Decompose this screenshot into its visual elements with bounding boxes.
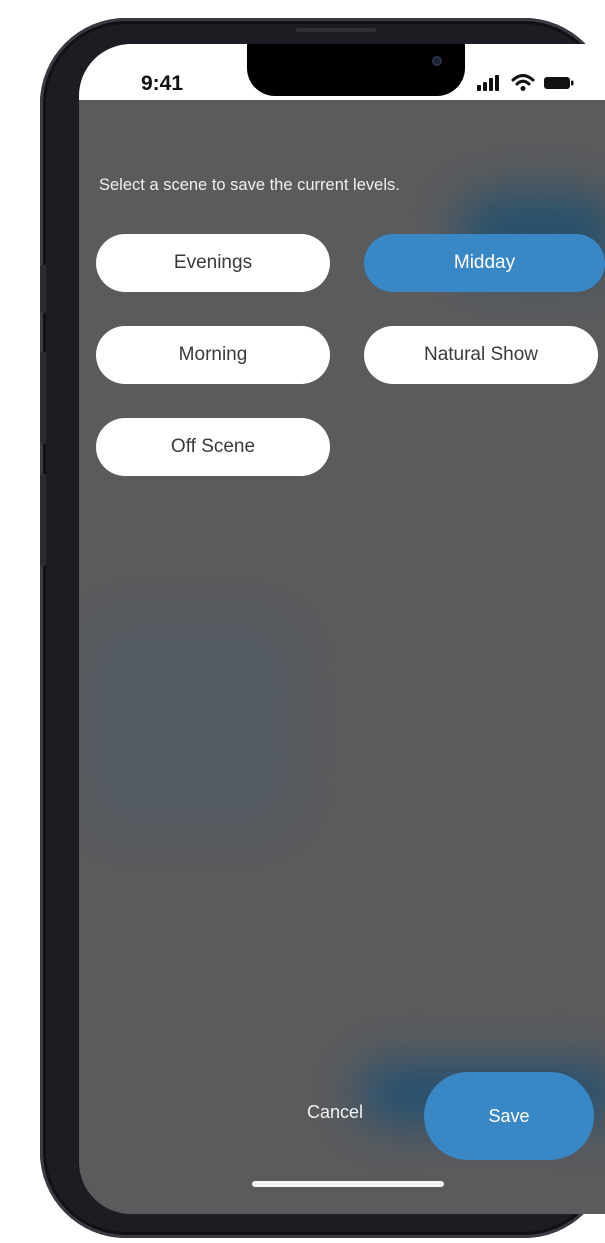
background-blur [89,624,289,824]
home-indicator[interactable] [252,1181,444,1187]
wifi-icon [511,74,535,92]
mute-switch [40,265,46,313]
scene-button-natural-show[interactable]: Natural Show [364,326,598,384]
status-time: 9:41 [141,72,184,95]
front-camera [432,56,442,66]
notch [247,44,465,96]
screen: 9:41 Select a scene to save the current … [79,44,605,1214]
cancel-button[interactable]: Cancel [285,1102,385,1130]
battery-icon [543,75,575,91]
volume-down-button [40,474,46,566]
instruction-text: Select a scene to save the current level… [99,176,400,194]
save-button[interactable]: Save [424,1072,594,1160]
status-bar: 9:41 [79,44,605,100]
scene-button-morning[interactable]: Morning [96,326,330,384]
scene-button-evenings[interactable]: Evenings [96,234,330,292]
speaker-grille [296,28,376,32]
volume-up-button [40,352,46,444]
signal-icon [477,75,503,91]
scene-button-off-scene[interactable]: Off Scene [96,418,330,476]
status-icons [477,74,575,92]
scene-button-midday[interactable]: Midday [364,234,605,292]
